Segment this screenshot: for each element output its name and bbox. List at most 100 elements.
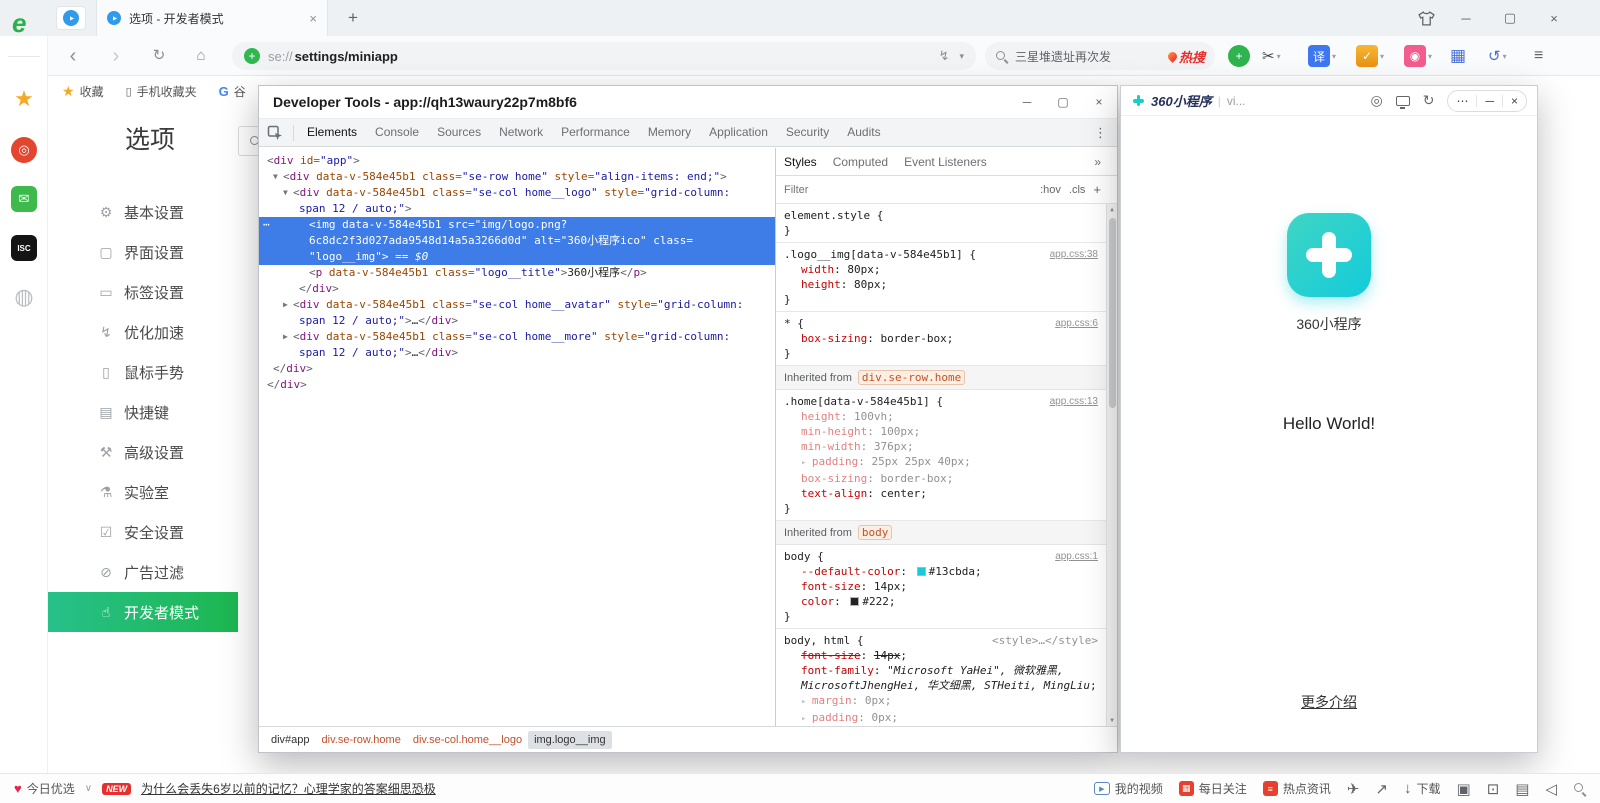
- css-property[interactable]: height: 100vh;: [784, 409, 1098, 424]
- css-property[interactable]: --default-color: #13cbda;: [784, 564, 1098, 579]
- dom-tree-line[interactable]: span 12 / auto;">…</div>: [259, 345, 775, 361]
- sidebar-item-basic-settings[interactable]: ⚙基本设置: [48, 192, 238, 232]
- color-swatch[interactable]: [850, 597, 859, 606]
- css-property[interactable]: box-sizing: border-box;: [784, 471, 1098, 486]
- sidebar-item-tab-settings[interactable]: ▭标签设置: [48, 272, 238, 312]
- sidebar-item-mouse-gestures[interactable]: ▯鼠标手势: [48, 352, 238, 392]
- css-source-link[interactable]: app.css:1: [1055, 549, 1098, 564]
- devtools-kebab-menu-icon[interactable]: ⋮: [1084, 125, 1117, 141]
- security-shield-button[interactable]: ✓ ▾: [1356, 44, 1384, 68]
- sidebar-item-shortcut-keys[interactable]: ▤快捷键: [48, 392, 238, 432]
- tab-close-icon[interactable]: ×: [309, 11, 317, 26]
- css-selector[interactable]: element.style: [784, 209, 870, 222]
- address-bar[interactable]: + se:// settings/miniapp ↯ ▾: [232, 42, 976, 70]
- sidebar-item-interface-settings[interactable]: ▢界面设置: [48, 232, 238, 272]
- dom-tree-line[interactable]: "logo__img"> == $0: [259, 249, 775, 265]
- search-icon[interactable]: [1573, 782, 1586, 795]
- devtools-close-button[interactable]: ×: [1087, 86, 1111, 119]
- node-menu-icon[interactable]: ⋯: [263, 217, 269, 233]
- reload-icon[interactable]: ↻: [146, 45, 172, 67]
- miniapp-minimize-icon[interactable]: ─: [1477, 94, 1502, 108]
- daily-picks-link[interactable]: ♥ 今日优选: [14, 780, 75, 797]
- speaker-icon[interactable]: ◁: [1545, 780, 1557, 798]
- monitor-icon[interactable]: [1396, 96, 1410, 106]
- dom-tree-line[interactable]: ▼<div data-v-584e45b1 class="se-row home…: [259, 169, 775, 185]
- css-property[interactable]: font-family: "Microsoft YaHei", 微软雅黑, Mi…: [784, 663, 1098, 693]
- dom-tree-line[interactable]: ▶<div data-v-584e45b1 class="se-col home…: [259, 329, 775, 345]
- gray-app-icon[interactable]: ◍: [11, 284, 37, 310]
- clipboard-icon[interactable]: ▤: [1515, 780, 1529, 798]
- apps-grid-button[interactable]: ▦: [1450, 44, 1466, 68]
- my-videos-link[interactable]: ▶ 我的视频: [1094, 780, 1163, 797]
- forward-icon[interactable]: ›: [103, 45, 129, 67]
- devtools-minimize-button[interactable]: ─: [1015, 86, 1039, 119]
- breadcrumb-item[interactable]: div#app: [265, 731, 316, 749]
- devtools-tab-application[interactable]: Application: [700, 119, 777, 146]
- breadcrumb-item[interactable]: img.logo__img: [528, 731, 612, 749]
- scroll-down-icon[interactable]: ▼: [1107, 717, 1117, 724]
- dom-tree-line[interactable]: span 12 / auto;">: [259, 201, 775, 217]
- url-dropdown-icon[interactable]: ▾: [959, 51, 964, 62]
- dom-tree-line[interactable]: <div id="app">: [259, 153, 775, 169]
- sidebar-item-developer-mode[interactable]: ☝开发者模式: [48, 592, 238, 632]
- devtools-tab-network[interactable]: Network: [490, 119, 552, 146]
- css-property[interactable]: font-size: 14px;: [784, 648, 1098, 663]
- styles-tab-event-listeners[interactable]: Event Listeners: [896, 155, 995, 169]
- devtools-tab-console[interactable]: Console: [366, 119, 428, 146]
- speed-mode-icon[interactable]: ↯: [939, 48, 950, 64]
- css-property[interactable]: font-size: 14px;: [784, 579, 1098, 594]
- css-selector[interactable]: body, html: [784, 634, 850, 647]
- devtools-titlebar[interactable]: Developer Tools - app://qh13waury22p7m8b…: [259, 86, 1117, 119]
- back-icon[interactable]: ‹: [60, 45, 86, 67]
- css-selector[interactable]: *: [784, 317, 791, 330]
- styles-filter-input[interactable]: [784, 184, 1032, 196]
- window-minimize-button[interactable]: ─: [1452, 6, 1480, 30]
- dom-tree-line[interactable]: ⋯<img data-v-584e45b1 src="img/logo.png?: [259, 217, 775, 233]
- refresh-icon[interactable]: ↻: [1423, 92, 1435, 109]
- favorites-star-icon[interactable]: ★: [11, 86, 37, 112]
- css-property[interactable]: width: 80px;: [784, 262, 1098, 277]
- devtools-tab-performance[interactable]: Performance: [552, 119, 639, 146]
- css-property[interactable]: ▸ padding: 25px 25px 40px;: [784, 454, 1098, 471]
- css-property[interactable]: ▸ margin: 0px;: [784, 693, 1098, 710]
- class-toggle[interactable]: .cls: [1069, 184, 1086, 196]
- home-icon[interactable]: ⌂: [188, 45, 214, 67]
- inherited-node-link[interactable]: body: [858, 525, 893, 540]
- css-property[interactable]: height: 80px;: [784, 277, 1098, 292]
- sidebar-item-advanced-settings[interactable]: ⚒高级设置: [48, 432, 238, 472]
- css-source-link[interactable]: app.css:38: [1050, 247, 1098, 262]
- css-selector[interactable]: body: [784, 550, 811, 563]
- pseudo-state-toggle[interactable]: :hov: [1040, 184, 1061, 196]
- inherited-node-link[interactable]: div.se-row.home: [858, 370, 965, 385]
- miniapp-titlebar[interactable]: 360小程序 | vi... ◎ ↻ ⋯ ─ ×: [1121, 86, 1537, 116]
- dom-tree-line[interactable]: span 12 / auto;">…</div>: [259, 313, 775, 329]
- screenshot-tool-button[interactable]: ✂ ▾: [1262, 44, 1281, 68]
- css-selector[interactable]: .home[data-v-584e45b1]: [784, 395, 930, 408]
- browser-home-button[interactable]: ▲: [56, 6, 86, 30]
- hot-search-logo[interactable]: 热搜: [1168, 47, 1205, 66]
- more-intro-link[interactable]: 更多介绍: [1121, 692, 1537, 712]
- new-tab-button[interactable]: +: [342, 7, 364, 29]
- sidebar-item-lab[interactable]: ⚗实验室: [48, 472, 238, 512]
- styles-tab-computed[interactable]: Computed: [825, 155, 896, 169]
- printer-icon[interactable]: ▣: [1457, 780, 1471, 798]
- devtools-tab-sources[interactable]: Sources: [428, 119, 490, 146]
- bookmark-favorites[interactable]: ★ 收藏: [62, 83, 104, 100]
- dom-tree-line[interactable]: </div>: [259, 377, 775, 393]
- sidebar-item-security-settings[interactable]: ☑安全设置: [48, 512, 238, 552]
- dom-tree-line[interactable]: ▼<div data-v-584e45b1 class="se-col home…: [259, 185, 775, 201]
- news-headline-link[interactable]: 为什么会丢失6岁以前的记忆？心理学家的答案细思恐极: [141, 780, 436, 797]
- css-source-link[interactable]: app.css:13: [1050, 394, 1098, 409]
- inspect-element-icon[interactable]: [267, 125, 283, 141]
- bookmark-google[interactable]: G 谷: [219, 83, 246, 100]
- dom-tree-line[interactable]: </div>: [259, 281, 775, 297]
- styles-tab-styles[interactable]: Styles: [776, 155, 825, 169]
- devtools-maximize-button[interactable]: ▢: [1051, 86, 1075, 119]
- red-app-icon[interactable]: ◎: [11, 137, 37, 163]
- window-close-button[interactable]: ×: [1540, 6, 1568, 30]
- scrollbar-thumb[interactable]: [1109, 218, 1116, 408]
- new-style-rule-button[interactable]: +: [1093, 182, 1101, 197]
- color-swatch[interactable]: [917, 567, 926, 576]
- restore-tabs-button[interactable]: ↺ ▾: [1488, 44, 1507, 68]
- mail-icon[interactable]: ✉: [11, 186, 37, 212]
